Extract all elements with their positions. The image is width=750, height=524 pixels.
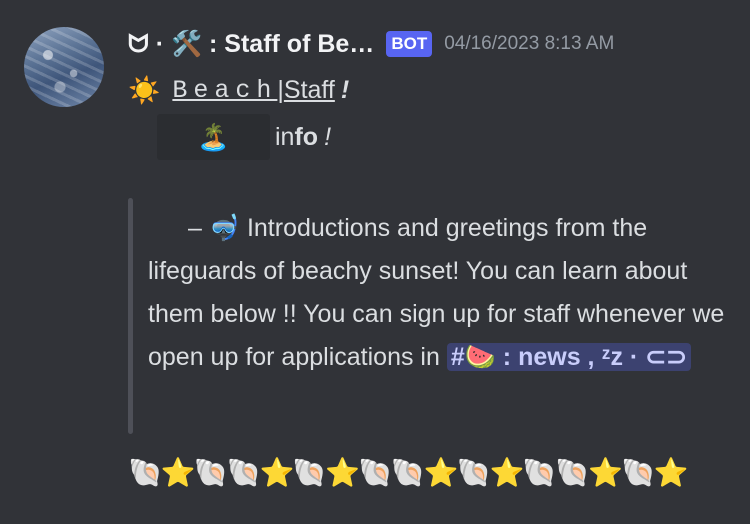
bot-badge: BOT — [386, 31, 433, 57]
diving-mask-icon: 🤿 — [208, 214, 240, 242]
author-avatar[interactable] — [24, 27, 104, 107]
title-beach: Beach — [172, 75, 278, 105]
sun-icon: ☀️ — [128, 74, 161, 105]
info-fo: fo — [294, 122, 319, 151]
message-info-line: 🏝️ in fo ! — [157, 112, 331, 162]
seashell-decoration: 🐚⭐🐚🐚⭐🐚⭐🐚🐚⭐🐚⭐🐚🐚⭐🐚⭐ — [128, 456, 689, 489]
info-in: in — [275, 122, 295, 151]
author-username[interactable]: ᗢ · 🛠️ : Staff of Be… — [128, 30, 374, 59]
quote-dash: – — [188, 214, 202, 242]
message-header: ᗢ · 🛠️ : Staff of Be… BOT 04/16/2023 8:1… — [128, 24, 614, 64]
channel-mention-news[interactable]: #🍉 : news , ᶻz · ⊂⊃ — [446, 343, 692, 371]
blockquote-bar — [128, 198, 133, 434]
message-title-line: ☀️ Beach | Staff ! — [128, 72, 349, 108]
blockquote-text: – 🤿 Introductions and greetings from the… — [148, 207, 728, 379]
message-timestamp[interactable]: 04/16/2023 8:13 AM — [444, 33, 614, 55]
island-icon: 🏝️ — [157, 114, 270, 160]
title-staff: Staff — [283, 75, 335, 104]
title-exclamation: ! — [340, 75, 350, 104]
info-exclamation: ! — [324, 122, 332, 151]
